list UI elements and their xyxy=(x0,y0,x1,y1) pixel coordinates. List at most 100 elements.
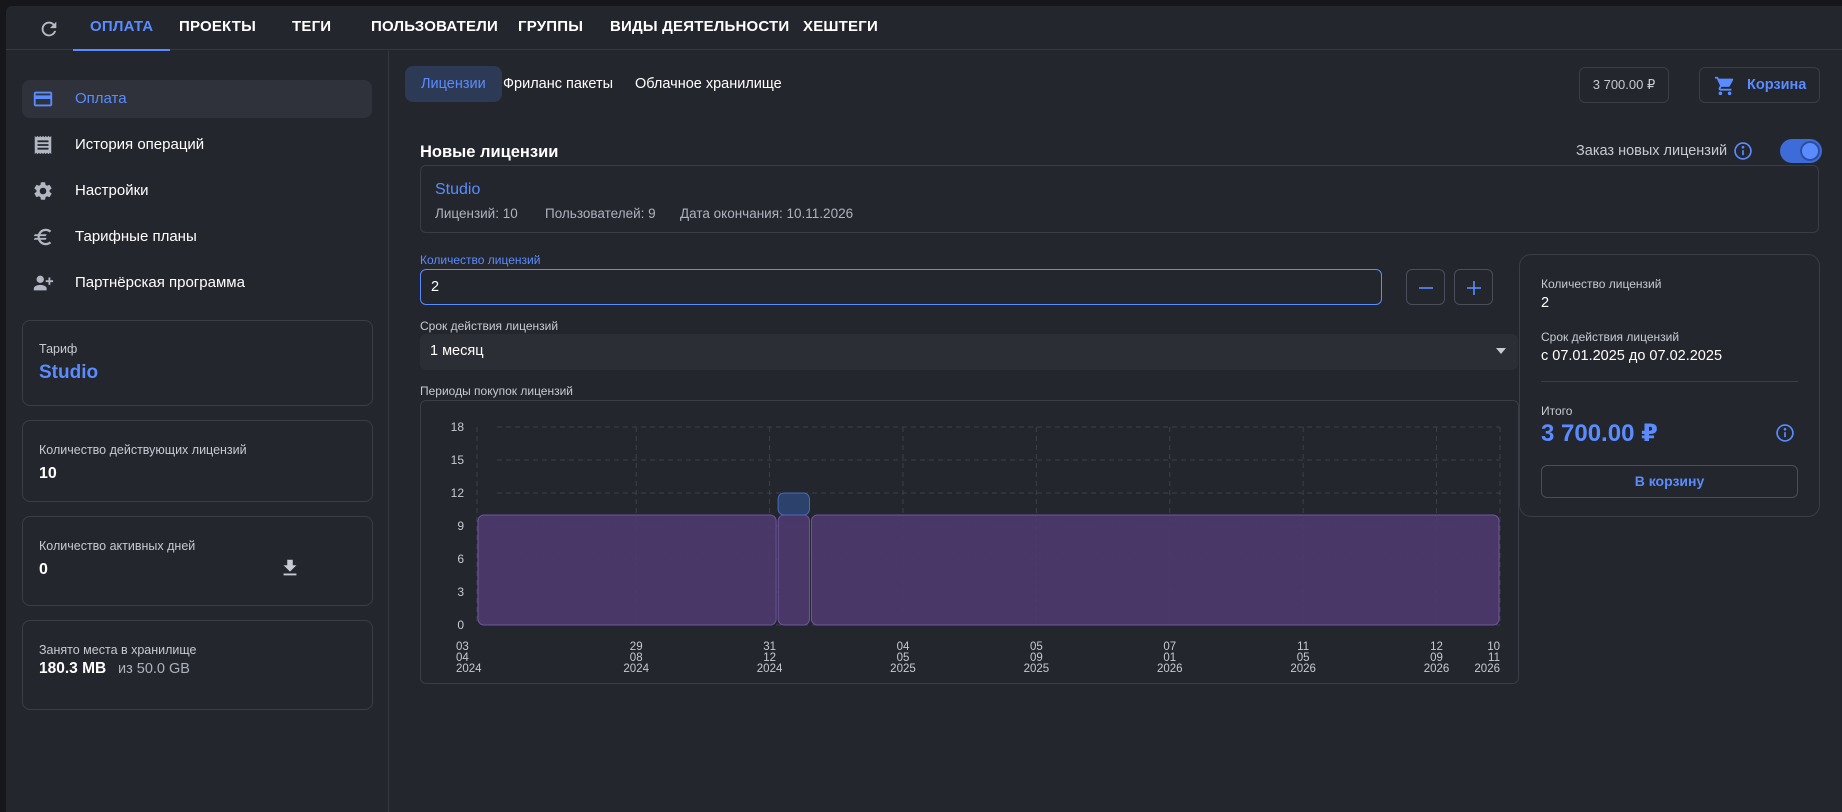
top-navigation: ОПЛАТА ПРОЕКТЫ ТЕГИ ПОЛЬЗОВАТЕЛИ ГРУППЫ … xyxy=(6,6,1842,51)
cart-total-chip: 3 700.00 ₽ xyxy=(1579,67,1669,103)
minus-icon xyxy=(1419,287,1433,289)
storage-used: 180.3 MB xyxy=(39,660,107,677)
x-tick-label: 2025 xyxy=(890,663,916,675)
sidebar-item-label: История операций xyxy=(75,136,205,153)
quantity-input[interactable] xyxy=(420,269,1382,305)
add-user-icon xyxy=(33,275,54,291)
section-title: Новые лицензии xyxy=(420,143,559,161)
sidebar-item-label: Партнёрская программа xyxy=(75,274,245,291)
existing-license-period-bar xyxy=(477,514,777,626)
download-icon[interactable] xyxy=(279,557,301,579)
period-label: Срок действия лицензий xyxy=(420,319,559,333)
x-tick-label: 2026 xyxy=(1474,663,1500,675)
active-days-caption: Количество активных дней xyxy=(39,539,196,553)
plan-name: Studio xyxy=(435,181,481,198)
subtab-cloud-storage[interactable]: Облачное хранилище xyxy=(619,66,798,102)
sidebar-item-settings[interactable]: Настройки xyxy=(22,172,372,210)
x-tick-label: 2025 xyxy=(1024,663,1050,675)
y-tick-label: 3 xyxy=(457,585,464,599)
y-tick-label: 18 xyxy=(451,420,465,434)
tab-projects[interactable]: ПРОЕКТЫ xyxy=(179,6,256,50)
x-tick-label: 2026 xyxy=(1290,663,1316,675)
quantity-label: Количество лицензий xyxy=(420,253,541,267)
x-tick-label: 2026 xyxy=(1424,663,1450,675)
storage-caption: Занято места в хранилище xyxy=(39,643,197,657)
sidebar: Оплата История операций Настройки Тарифн… xyxy=(6,51,389,812)
tariff-card: Тариф Studio xyxy=(22,320,373,406)
plan-licenses: Лицензий: 10 xyxy=(435,206,518,221)
license-periods-chart: 0 3 6 9 12 15 18 03 04 2024 29 08 2024 31 12 2024 04 05 20… xyxy=(420,400,1519,684)
tariff-value: Studio xyxy=(39,362,99,383)
receipt-icon xyxy=(34,135,52,155)
main-content: Лицензии Фриланс пакеты Облачное хранили… xyxy=(390,51,1842,812)
summary-period-value: с 07.01.2025 до 07.02.2025 xyxy=(1541,348,1723,364)
sidebar-item-label: Настройки xyxy=(75,182,149,199)
sidebar-item-label: Оплата xyxy=(75,90,127,107)
y-tick-label: 6 xyxy=(457,552,464,566)
tab-hashtags[interactable]: ХЕШТЕГИ xyxy=(803,6,878,50)
y-tick-label: 0 xyxy=(457,618,464,632)
cart-icon xyxy=(1714,76,1734,96)
tab-activity-types[interactable]: ВИДЫ ДЕЯТЕЛЬНОСТИ xyxy=(610,6,789,50)
storage-total: из 50.0 GB xyxy=(118,661,190,677)
tab-payment[interactable]: ОПЛАТА xyxy=(72,6,171,51)
new-license-period-bar xyxy=(777,492,810,516)
sidebar-item-label: Тарифные планы xyxy=(75,228,197,245)
tab-groups[interactable]: ГРУППЫ xyxy=(518,6,583,50)
info-icon[interactable] xyxy=(1733,141,1753,161)
info-icon[interactable] xyxy=(1775,423,1795,443)
toggle-knob xyxy=(1800,141,1820,161)
summary-period-caption: Срок действия лицензий xyxy=(1541,330,1680,344)
tab-tags[interactable]: ТЕГИ xyxy=(292,6,331,50)
active-licenses-caption: Количество действующих лицензий xyxy=(39,443,247,457)
euro-icon xyxy=(33,228,52,246)
current-plan-box: Studio Лицензий: 10 Пользователей: 9 Дат… xyxy=(420,165,1819,233)
period-select-value: 1 месяц xyxy=(430,343,484,359)
active-licenses-card: Количество действующих лицензий 10 xyxy=(22,420,373,502)
gear-icon xyxy=(34,182,52,200)
plan-users: Пользователей: 9 xyxy=(545,206,656,221)
x-tick-label: 2024 xyxy=(456,663,482,675)
storage-card: Занято места в хранилище 180.3 MB из 50.… xyxy=(22,620,373,710)
sidebar-item-history[interactable]: История операций xyxy=(22,126,372,164)
sidebar-item-partner-program[interactable]: Партнёрская программа xyxy=(22,264,372,302)
y-tick-label: 9 xyxy=(457,519,464,533)
y-tick-label: 15 xyxy=(451,453,465,467)
summary-qty-caption: Количество лицензий xyxy=(1541,277,1662,291)
x-tick-label: 2024 xyxy=(623,663,649,675)
order-summary-card: Количество лицензий 2 Срок действия лице… xyxy=(1519,254,1820,517)
summary-qty-value: 2 xyxy=(1541,295,1550,311)
app-window: ОПЛАТА ПРОЕКТЫ ТЕГИ ПОЛЬЗОВАТЕЛИ ГРУППЫ … xyxy=(6,6,1842,812)
period-select[interactable]: 1 месяц xyxy=(420,334,1518,370)
chart-label: Периоды покупок лицензий xyxy=(420,384,574,398)
y-tick-label: 12 xyxy=(451,486,465,500)
plan-end-date: Дата окончания: 10.11.2026 xyxy=(680,206,854,221)
order-new-licenses-toggle[interactable] xyxy=(1780,139,1822,163)
summary-total-caption: Итого xyxy=(1541,404,1573,418)
order-toggle-label: Заказ новых лицензий xyxy=(1576,143,1728,159)
subtab-freelance-packages[interactable]: Фриланс пакеты xyxy=(487,66,629,102)
tariff-caption: Тариф xyxy=(39,342,78,356)
plus-icon xyxy=(1467,281,1481,295)
cart-button[interactable]: Корзина xyxy=(1699,67,1820,103)
x-tick-label: 2026 xyxy=(1157,663,1183,675)
tab-users[interactable]: ПОЛЬЗОВАТЕЛИ xyxy=(371,6,498,50)
sidebar-item-payment[interactable]: Оплата xyxy=(22,80,372,118)
cart-button-label: Корзина xyxy=(1747,77,1807,93)
decrement-button[interactable] xyxy=(1406,269,1445,305)
existing-license-period-bar xyxy=(810,514,1500,626)
credit-card-icon xyxy=(33,91,53,107)
add-to-cart-button[interactable]: В корзину xyxy=(1541,465,1798,498)
refresh-icon[interactable] xyxy=(38,18,60,40)
active-licenses-value: 10 xyxy=(39,465,57,482)
summary-total-value: 3 700.00 ₽ xyxy=(1541,420,1658,447)
dropdown-caret-icon xyxy=(1496,348,1506,354)
license-periods-chart-svg: 0369121518030420242908202431122024040520… xyxy=(451,420,1501,675)
summary-divider xyxy=(1541,381,1798,382)
increment-button[interactable] xyxy=(1454,269,1493,305)
x-tick-label: 2024 xyxy=(757,663,783,675)
active-days-card: Количество активных дней 0 xyxy=(22,516,373,606)
existing-license-period-bar xyxy=(777,514,810,626)
sidebar-item-tariffs[interactable]: Тарифные планы xyxy=(22,218,372,256)
active-days-value: 0 xyxy=(39,561,48,578)
